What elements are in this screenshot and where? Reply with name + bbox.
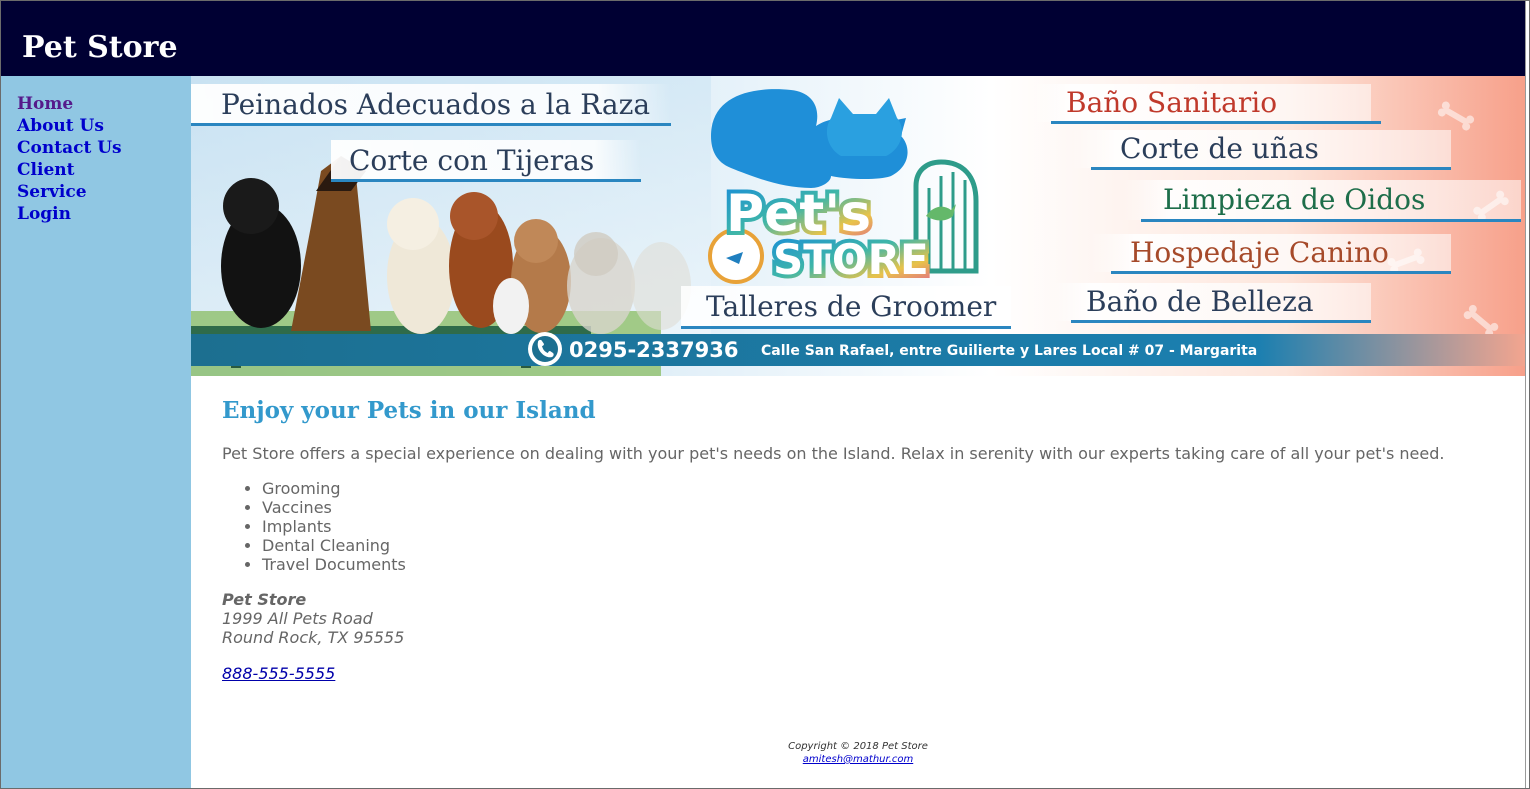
intro-paragraph: Pet Store offers a special experience on… bbox=[222, 444, 1445, 463]
services-list: Grooming Vaccines Implants Dental Cleani… bbox=[222, 479, 406, 574]
list-item: Grooming bbox=[262, 479, 406, 498]
contact-strip: 0295-2337936 Calle San Rafael, entre Gui… bbox=[191, 332, 1525, 366]
main-content: Enjoy your Pets in our Island Pet Store … bbox=[222, 391, 1512, 683]
store-street: 1999 All Pets Road bbox=[222, 609, 373, 628]
banner-address: Calle San Rafael, entre Guilierte y Lare… bbox=[761, 343, 1257, 359]
banner-text: Corte de uñas bbox=[1120, 132, 1319, 165]
logo-text-bottom: STORE bbox=[773, 235, 929, 284]
browser-page: Pet Store Home About Us Contact Us Clien… bbox=[0, 0, 1530, 789]
site-footer: Copyright © 2018 Pet Store amitesh@mathu… bbox=[191, 740, 1525, 766]
nav-login-link[interactable]: Login bbox=[17, 203, 122, 225]
store-city: Round Rock, TX 95555 bbox=[222, 628, 405, 647]
nav-client-link[interactable]: Client bbox=[17, 159, 122, 181]
nav-home-link[interactable]: Home bbox=[17, 93, 122, 115]
copyright-text: Copyright © 2018 Pet Store bbox=[788, 741, 928, 752]
list-item: Travel Documents bbox=[262, 555, 406, 574]
banner-text: Baño de Belleza bbox=[1086, 285, 1314, 318]
list-item: Dental Cleaning bbox=[262, 536, 406, 555]
banner-text: Limpieza de Oidos bbox=[1163, 183, 1425, 216]
hero-banner-image: Peinados Adecuados a la Raza Corte con T… bbox=[191, 76, 1525, 376]
store-address: Pet Store 1999 All Pets Road Round Rock,… bbox=[222, 590, 404, 647]
sidebar: Home About Us Contact Us Client Service … bbox=[1, 76, 191, 788]
page-edge bbox=[1525, 1, 1529, 788]
email-link[interactable]: amitesh@mathur.com bbox=[803, 754, 913, 765]
banner-phone: 0295-2337936 bbox=[569, 338, 738, 362]
banner-text: Hospedaje Canino bbox=[1130, 236, 1389, 269]
nav-about-link[interactable]: About Us bbox=[17, 115, 122, 137]
store-name: Pet Store bbox=[222, 590, 307, 609]
list-item: Vaccines bbox=[262, 498, 406, 517]
nav-contact-link[interactable]: Contact Us bbox=[17, 137, 122, 159]
site-header: Pet Store bbox=[1, 1, 1525, 76]
sidebar-nav: Home About Us Contact Us Client Service … bbox=[17, 93, 122, 225]
list-item: Implants bbox=[262, 517, 406, 536]
nav-service-link[interactable]: Service bbox=[17, 181, 122, 203]
banner-text: Corte con Tijeras bbox=[349, 144, 594, 177]
phone-link[interactable]: 888-555-5555 bbox=[222, 664, 335, 683]
site-title: Pet Store bbox=[22, 30, 178, 65]
banner-text: Baño Sanitario bbox=[1066, 86, 1277, 119]
banner-text: Talleres de Groomer bbox=[706, 290, 997, 323]
page-heading: Enjoy your Pets in our Island bbox=[222, 397, 596, 424]
banner-text: Peinados Adecuados a la Raza bbox=[221, 88, 650, 121]
